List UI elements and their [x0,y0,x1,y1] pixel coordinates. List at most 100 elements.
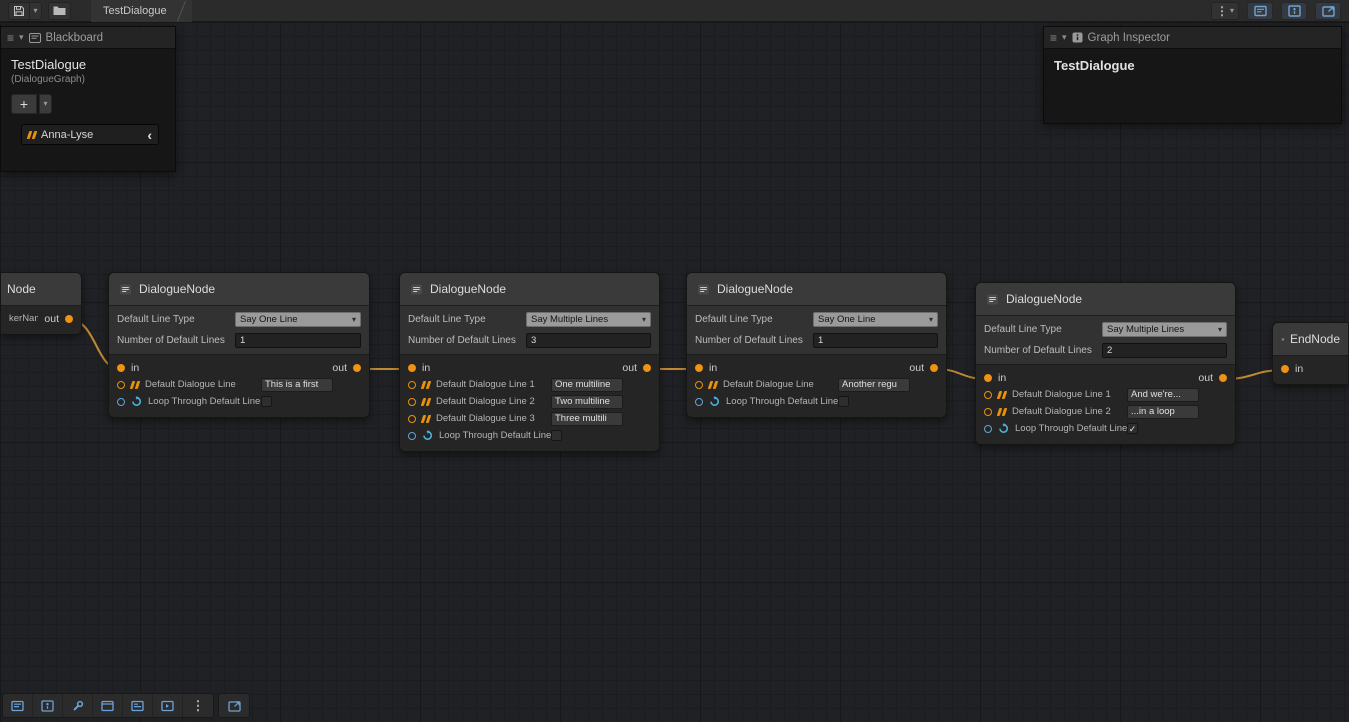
count-field[interactable]: 1 [235,333,361,348]
count-field[interactable]: 3 [526,333,651,348]
node-title-bar[interactable]: Node [1,273,81,306]
window-toggle-button[interactable] [93,694,123,717]
line-input-port[interactable] [117,381,125,389]
open-external-icon [1322,5,1335,17]
quote-icon [998,391,1006,399]
count-field[interactable]: 1 [813,333,938,348]
output-port[interactable] [353,364,361,372]
inspector-header[interactable]: ≡ ▾ Graph Inspector [1044,27,1341,49]
blackboard-header[interactable]: ≡ ▾ Blackboard [1,27,175,49]
blackboard-property-row[interactable]: Anna-Lyse ‹ [21,124,159,145]
line-input-port[interactable] [408,415,416,423]
loop-checkbox[interactable]: ✓ [1127,423,1138,434]
loop-row: Loop Through Default Lines? ✓ [976,420,1235,437]
hamburger-icon[interactable]: ≡ [1050,32,1057,44]
dialogue-line-field[interactable]: And we're... [1127,388,1199,402]
graph-inspector-panel[interactable]: ≡ ▾ Graph Inspector TestDialogue [1043,26,1342,124]
line-type-dropdown[interactable]: Say Multiple Lines ▾ [526,312,651,327]
open-external-button[interactable] [1315,2,1341,20]
collapse-caret-icon[interactable]: ▾ [19,33,24,42]
panel-title: Blackboard [46,32,104,44]
output-port[interactable] [65,315,73,323]
output-port[interactable] [930,364,938,372]
open-external-button[interactable] [219,694,249,717]
open-asset-button[interactable] [48,2,71,20]
toolbar-right-group: ⋮ ▾ [1211,2,1341,20]
loop-input-port[interactable] [984,425,992,433]
node-title-bar[interactable]: DialogueNode [976,283,1235,316]
panel-slide-button[interactable] [153,694,183,717]
node-title-bar[interactable]: DialogueNode [109,273,369,306]
dialogue-line-field[interactable]: One multiline [551,378,623,392]
dialogue-line-field[interactable]: Three multili [551,412,623,426]
collapse-chevron-icon[interactable]: ‹ [147,128,152,142]
node-title-bar[interactable]: DialogueNode [400,273,659,306]
dialogue-line-row: Default Dialogue Line 3 Three multili [400,410,659,427]
dialogue-line-label: Default Dialogue Line 1 [1012,389,1111,400]
count-field[interactable]: 2 [1102,343,1227,358]
toggle-blackboard-button[interactable] [1247,2,1273,20]
start-node[interactable]: Node kerName out [0,272,82,335]
dialogue-node-3[interactable]: DialogueNode Default Line Type Say One L… [686,272,947,418]
dialogue-line-field[interactable]: Two multiline [551,395,623,409]
loop-input-port[interactable] [408,432,416,440]
bottom-toolbar-group: ⋮ [2,693,214,718]
line-type-dropdown[interactable]: Say One Line ▾ [235,312,361,327]
toolbar-more-button[interactable]: ⋮ [183,694,213,717]
loop-checkbox[interactable] [838,396,849,407]
loop-checkbox[interactable] [261,396,272,407]
hamburger-icon[interactable]: ≡ [7,32,14,44]
line-input-port[interactable] [408,381,416,389]
output-port[interactable] [1219,374,1227,382]
node-title-bar[interactable]: DialogueNode [687,273,946,306]
input-port[interactable] [695,364,703,372]
blackboard-icon [131,700,144,712]
output-port-label: out [909,362,924,374]
input-port[interactable] [984,374,992,382]
line-type-dropdown[interactable]: Say Multiple Lines ▾ [1102,322,1227,337]
end-node[interactable]: EndNode in [1272,322,1349,385]
dialogue-line-field[interactable]: Another regu [838,378,910,392]
output-port-label: out [1198,372,1213,384]
input-port[interactable] [408,364,416,372]
more-vertical-icon: ⋮ [192,699,205,712]
bottom-toolbar: ⋮ [2,693,250,718]
blackboard-toggle-button[interactable] [123,694,153,717]
input-port[interactable] [117,364,125,372]
quote-icon [998,408,1006,416]
toggle-inspector-button[interactable] [1281,2,1307,20]
line-type-dropdown[interactable]: Say One Line ▾ [813,312,938,327]
dialogue-line-field[interactable]: ...in a loop [1127,405,1199,419]
quote-icon [422,381,430,389]
toolbar-more-button[interactable]: ⋮ ▾ [1211,2,1239,20]
line-input-port[interactable] [408,398,416,406]
blackboard-panel[interactable]: ≡ ▾ Blackboard TestDialogue (DialogueGra… [0,26,176,172]
line-input-port[interactable] [984,391,992,399]
dialogue-node-2[interactable]: DialogueNode Default Line Type Say Multi… [399,272,660,452]
loop-icon [709,396,720,407]
inspector-toggle-button[interactable] [33,694,63,717]
input-port[interactable] [1281,365,1289,373]
line-input-port[interactable] [984,408,992,416]
add-property-button[interactable]: + [11,94,37,114]
save-options-button[interactable]: ▾ [29,2,42,20]
output-port[interactable] [643,364,651,372]
breadcrumb-tab[interactable]: TestDialogue [91,0,192,22]
io-port-row: in out [976,369,1235,386]
line-input-port[interactable] [695,381,703,389]
dialogue-line-field[interactable]: This is a first [261,378,333,392]
dialogue-line-row: Default Dialogue Line 2 ...in a loop [976,403,1235,420]
console-list-button[interactable] [3,694,33,717]
loop-input-port[interactable] [117,398,125,406]
add-property-options-button[interactable]: ▾ [39,94,52,114]
dialogue-node-4[interactable]: DialogueNode Default Line Type Say Multi… [975,282,1236,445]
collapse-caret-icon[interactable]: ▾ [1062,33,1067,42]
loop-checkbox[interactable] [551,430,562,441]
dialogue-node-1[interactable]: DialogueNode Default Line Type Say One L… [108,272,370,418]
save-button[interactable] [8,2,29,20]
wrench-icon [72,700,84,712]
loop-input-port[interactable] [695,398,703,406]
settings-wrench-button[interactable] [63,694,93,717]
input-port-label: in [709,362,717,374]
node-title-bar[interactable]: EndNode [1273,323,1348,356]
